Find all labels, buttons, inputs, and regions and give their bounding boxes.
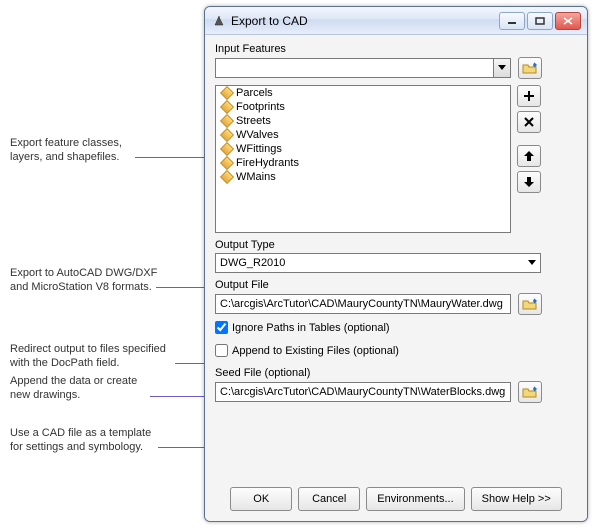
- list-item[interactable]: WMains: [216, 170, 510, 184]
- annotation-append: Append the data or createnew drawings.: [10, 374, 137, 403]
- dialog-window: Export to CAD Input Features Parcels Foo…: [204, 6, 588, 522]
- browse-features-button[interactable]: [518, 57, 542, 79]
- folder-open-icon: [522, 61, 538, 75]
- ignore-paths-checkbox[interactable]: Ignore Paths in Tables (optional): [215, 321, 577, 334]
- list-item-label: Footprints: [236, 101, 285, 113]
- app-icon: [211, 13, 227, 29]
- list-item-label: WValves: [236, 129, 279, 141]
- ignore-paths-input[interactable]: [215, 321, 228, 334]
- list-item-label: Parcels: [236, 87, 273, 99]
- ok-button[interactable]: OK: [230, 487, 292, 511]
- chevron-down-icon[interactable]: [493, 59, 510, 77]
- plus-icon: [523, 90, 535, 102]
- add-button[interactable]: [517, 85, 541, 107]
- layer-icon: [220, 156, 234, 170]
- input-features-text[interactable]: [216, 59, 493, 77]
- seed-file-label: Seed File (optional): [215, 367, 577, 379]
- layer-icon: [220, 128, 234, 142]
- remove-button[interactable]: [517, 111, 541, 133]
- folder-open-icon: [522, 297, 538, 311]
- maximize-button[interactable]: [527, 12, 553, 30]
- show-help-button[interactable]: Show Help >>: [471, 487, 562, 511]
- arrow-up-icon: [523, 150, 535, 162]
- move-up-button[interactable]: [517, 145, 541, 167]
- layer-icon: [220, 170, 234, 184]
- annotation-output-type: Export to AutoCAD DWG/DXFand MicroStatio…: [10, 266, 157, 295]
- folder-open-icon: [522, 385, 538, 399]
- minimize-button[interactable]: [499, 12, 525, 30]
- layer-icon: [220, 114, 234, 128]
- ignore-paths-label: Ignore Paths in Tables (optional): [232, 322, 390, 334]
- list-item-label: WFittings: [236, 143, 282, 155]
- seed-file-field[interactable]: [215, 382, 511, 402]
- input-features-label: Input Features: [215, 43, 577, 55]
- annotation-seed-file: Use a CAD file as a templatefor settings…: [10, 426, 151, 455]
- browse-output-button[interactable]: [518, 293, 542, 315]
- arrow-down-icon: [523, 176, 535, 188]
- cross-icon: [523, 116, 535, 128]
- annotation-features: Export feature classes,layers, and shape…: [10, 136, 122, 165]
- layer-icon: [220, 86, 234, 100]
- output-file-field[interactable]: [215, 294, 511, 314]
- list-item-label: FireHydrants: [236, 157, 299, 169]
- list-item-label: Streets: [236, 115, 271, 127]
- close-button[interactable]: [555, 12, 581, 30]
- append-label: Append to Existing Files (optional): [232, 345, 399, 357]
- list-item[interactable]: WFittings: [216, 142, 510, 156]
- browse-seed-button[interactable]: [518, 381, 542, 403]
- output-type-label: Output Type: [215, 239, 577, 251]
- move-down-button[interactable]: [517, 171, 541, 193]
- list-item[interactable]: FireHydrants: [216, 156, 510, 170]
- output-type-dropdown[interactable]: DWG_R2010: [215, 253, 541, 273]
- layer-icon: [220, 142, 234, 156]
- append-input[interactable]: [215, 344, 228, 357]
- title-bar[interactable]: Export to CAD: [205, 7, 587, 35]
- output-file-label: Output File: [215, 279, 577, 291]
- dialog-client-area: Input Features Parcels Footprints Street…: [205, 35, 587, 521]
- list-item-label: WMains: [236, 171, 276, 183]
- list-item[interactable]: Parcels: [216, 86, 510, 100]
- layer-icon: [220, 100, 234, 114]
- list-item[interactable]: WValves: [216, 128, 510, 142]
- annotation-ignore-paths: Redirect output to files specifiedwith t…: [10, 342, 166, 371]
- input-features-combo[interactable]: [215, 58, 511, 78]
- output-type-value: DWG_R2010: [216, 257, 523, 269]
- list-item[interactable]: Streets: [216, 114, 510, 128]
- cancel-button[interactable]: Cancel: [298, 487, 360, 511]
- window-title: Export to CAD: [231, 14, 499, 28]
- input-features-list[interactable]: Parcels Footprints Streets WValves WFitt…: [215, 85, 511, 233]
- button-bar: OK Cancel Environments... Show Help >>: [205, 487, 587, 511]
- list-item[interactable]: Footprints: [216, 100, 510, 114]
- append-checkbox[interactable]: Append to Existing Files (optional): [215, 344, 577, 357]
- environments-button[interactable]: Environments...: [366, 487, 464, 511]
- chevron-down-icon[interactable]: [523, 254, 540, 272]
